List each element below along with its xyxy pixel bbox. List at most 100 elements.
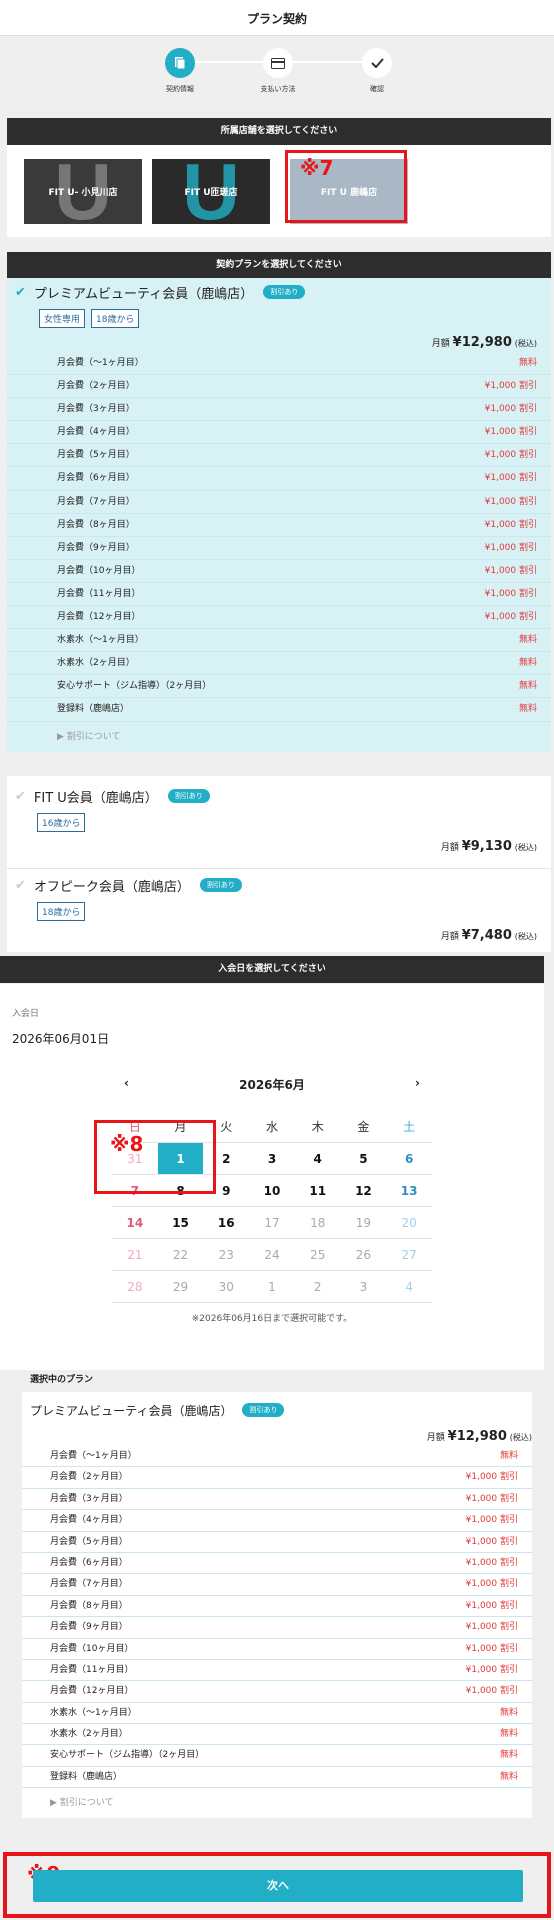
calendar-month: 2026年6月	[239, 1078, 305, 1092]
fee-value: ¥1,000 割引	[465, 1515, 518, 1526]
discount-badge: 割引あり	[263, 285, 306, 299]
step-contract-info: 契約情報	[140, 48, 220, 94]
fee-label: 月会費（7ヶ月目）	[50, 1579, 128, 1590]
fee-label: 登録料（鹿嶋店）	[57, 704, 130, 715]
fee-row: 水素水（2ヶ月目） 無料	[7, 652, 551, 676]
discount-note-toggle[interactable]: ▶ 割引について	[7, 722, 551, 752]
store-card-omigawa[interactable]: U FIT U- 小見川店	[24, 159, 142, 224]
plan-tag: 18歳から	[37, 902, 86, 921]
fee-value: ¥1,000 割引	[465, 1622, 518, 1633]
fee-value: ¥1,000 割引	[465, 1664, 518, 1675]
fee-row: 登録料（鹿嶋店） 無料	[22, 1767, 532, 1789]
weekday-header: 水	[249, 1111, 295, 1143]
plan-name: プレミアムビューティ会員（鹿嶋店）	[30, 1403, 233, 1418]
calendar-day[interactable]: 10	[249, 1175, 295, 1207]
next-button-area: ※9 次へ	[3, 1852, 551, 1918]
step-indicator: 契約情報 支払い方法 確認	[0, 36, 554, 108]
plan-card-offpeak[interactable]: ✔ オフピーク会員（鹿嶋店） 割引あり 18歳から 月額 ¥7,480 (税込)	[7, 868, 551, 952]
fee-row: 水素水（～1ヶ月目） 無料	[22, 1703, 532, 1725]
fee-value: ¥1,000 割引	[465, 1579, 518, 1590]
plan-card-fitu[interactable]: ✔ FIT U会員（鹿嶋店） 割引あり 16歳から 月額 ¥9,130 (税込)	[7, 776, 551, 868]
fee-label: 水素水（～1ヶ月目）	[57, 635, 144, 646]
calendar-day[interactable]: 16	[203, 1207, 250, 1239]
fee-value: 無料	[518, 681, 537, 692]
selected-plan-card: プレミアムビューティ会員（鹿嶋店） 割引あり 月額 ¥12,980 (税込) 月…	[22, 1392, 532, 1819]
plan-price: 月額 ¥12,980 (税込)	[7, 334, 551, 352]
fee-row: 月会費（4ヶ月目） ¥1,000 割引	[7, 421, 551, 445]
calendar-day: 20	[386, 1207, 432, 1239]
discount-badge: 割引あり	[242, 1403, 285, 1417]
price-value: ¥7,480	[461, 928, 512, 943]
store-name: FIT U匝瑳店	[184, 188, 238, 198]
fee-value: ¥1,000 割引	[484, 404, 537, 415]
price-prefix: 月額	[426, 1433, 445, 1443]
fee-label: 水素水（2ヶ月目）	[57, 658, 135, 669]
fee-value: 無料	[518, 635, 537, 646]
next-button[interactable]: 次へ	[33, 1870, 523, 1902]
weekday-header: 金	[340, 1111, 387, 1143]
calendar-day: 23	[203, 1239, 250, 1271]
fee-label: 月会費（5ヶ月目）	[50, 1536, 128, 1547]
fee-label: 安心サポート（ジム指導）（2ヶ月目）	[57, 681, 212, 692]
weekday-header: 土	[386, 1111, 432, 1143]
next-month-icon[interactable]: ›	[415, 1076, 420, 1093]
fee-label: 月会費（7ヶ月目）	[57, 496, 135, 507]
calendar-day[interactable]: 3	[249, 1143, 295, 1175]
calendar-day[interactable]: 5	[340, 1143, 387, 1175]
calendar-day[interactable]: 14	[112, 1207, 158, 1239]
calendar-day[interactable]: 11	[294, 1175, 341, 1207]
calendar-day[interactable]: 13	[386, 1175, 432, 1207]
price-value: ¥12,980	[452, 335, 512, 350]
tax-note: (税込)	[514, 843, 537, 852]
price-prefix: 月額	[440, 843, 459, 853]
fee-value: ¥1,000 割引	[484, 612, 537, 623]
fee-value: ¥1,000 割引	[465, 1536, 518, 1547]
calendar-day: 27	[386, 1239, 432, 1271]
plan-name: オフピーク会員（鹿嶋店）	[33, 879, 190, 895]
discount-note-toggle[interactable]: ▶ 割引について	[22, 1788, 532, 1818]
store-card-sosa[interactable]: U FIT U匝瑳店	[152, 159, 270, 224]
fee-row: 月会費（11ヶ月目） ¥1,000 割引	[22, 1660, 532, 1682]
tax-note: (税込)	[514, 339, 537, 348]
fee-row: 月会費（3ヶ月目） ¥1,000 割引	[22, 1489, 532, 1511]
step-label: 契約情報	[166, 85, 194, 93]
fee-label: 登録料（鹿嶋店）	[50, 1771, 123, 1782]
card-icon	[263, 48, 293, 78]
fee-label: 月会費（4ヶ月目）	[50, 1515, 128, 1526]
fee-row: 月会費（～1ヶ月目） 無料	[22, 1446, 532, 1468]
step-label: 支払い方法	[260, 85, 296, 93]
plan-tag: 16歳から	[37, 813, 86, 832]
fee-row: 月会費（9ヶ月目） ¥1,000 割引	[22, 1617, 532, 1639]
fee-value: ¥1,000 割引	[465, 1557, 518, 1568]
store-list: U FIT U- 小見川店 U FIT U匝瑳店 FIT U 鹿嶋店	[7, 145, 551, 237]
fee-label: 安心サポート（ジム指導）（2ヶ月目）	[50, 1750, 205, 1761]
fee-row: 月会費（7ヶ月目） ¥1,000 割引	[22, 1574, 532, 1596]
price-value: ¥9,130	[461, 839, 512, 854]
calendar-day[interactable]: 6	[386, 1143, 432, 1175]
fee-row: 月会費（5ヶ月目） ¥1,000 割引	[22, 1532, 532, 1553]
fee-row: 月会費（6ヶ月目） ¥1,000 割引	[7, 467, 551, 491]
fee-label: 月会費（6ヶ月目）	[50, 1557, 128, 1568]
fee-row: 月会費（12ヶ月目） ¥1,000 割引	[7, 606, 551, 630]
check-icon: ✔	[15, 284, 26, 300]
calendar-day[interactable]: 12	[340, 1175, 387, 1207]
plan-tag: 女性専用	[39, 309, 86, 328]
step-label: 確認	[370, 85, 384, 93]
tax-note: (税込)	[509, 1433, 532, 1442]
fee-row: 月会費（4ヶ月目） ¥1,000 割引	[22, 1510, 532, 1532]
fee-row: 月会費（～1ヶ月目） 無料	[7, 352, 551, 376]
calendar-day: 4	[386, 1271, 432, 1303]
prev-month-icon[interactable]: ‹	[124, 1076, 129, 1093]
check-icon: ✔	[15, 788, 26, 804]
fee-row: 月会費（3ヶ月目） ¥1,000 割引	[7, 398, 551, 422]
fee-row: 月会費（5ヶ月目） ¥1,000 割引	[7, 444, 551, 468]
fee-row: 月会費（2ヶ月目） ¥1,000 割引	[7, 375, 551, 399]
fee-label: 水素水（2ヶ月目）	[50, 1729, 128, 1740]
calendar-day[interactable]: 4	[294, 1143, 341, 1175]
plan-title: ✔ オフピーク会員（鹿嶋店） 割引あり	[7, 871, 551, 899]
price-prefix: 月額	[431, 339, 450, 349]
plan-card-premium-beauty[interactable]: ✔ プレミアムビューティ会員（鹿嶋店） 割引あり 女性専用 18歳から 月額 ¥…	[7, 278, 551, 752]
fee-row: 月会費（10ヶ月目） ¥1,000 割引	[22, 1639, 532, 1660]
calendar-day[interactable]: 15	[157, 1207, 204, 1239]
fee-label: 月会費（3ヶ月目）	[57, 404, 135, 415]
